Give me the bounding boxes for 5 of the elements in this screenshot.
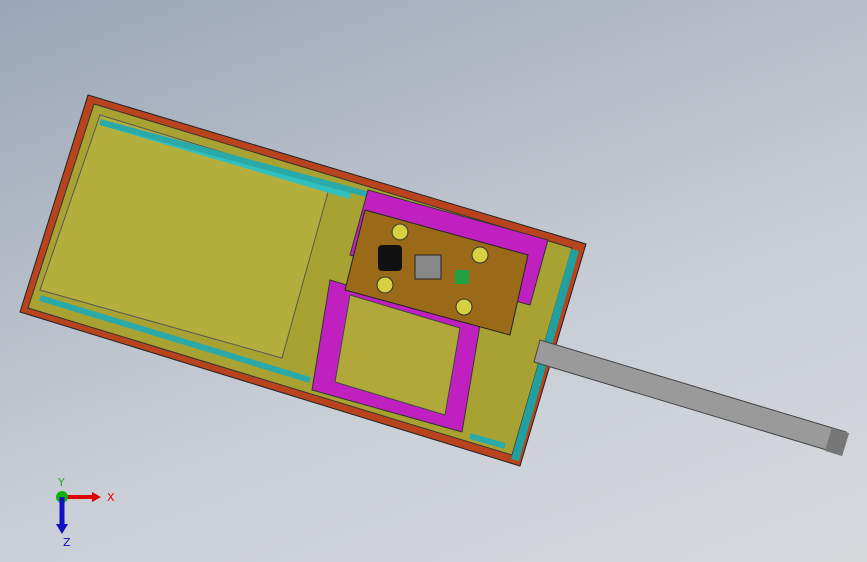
- axis-label: Z: [63, 536, 71, 549]
- axis-triad-icon: [56, 491, 101, 534]
- cad-viewport[interactable]: X Y Z: [0, 0, 867, 562]
- axis-label: X: [107, 491, 115, 504]
- axis-label: Y: [58, 476, 65, 489]
